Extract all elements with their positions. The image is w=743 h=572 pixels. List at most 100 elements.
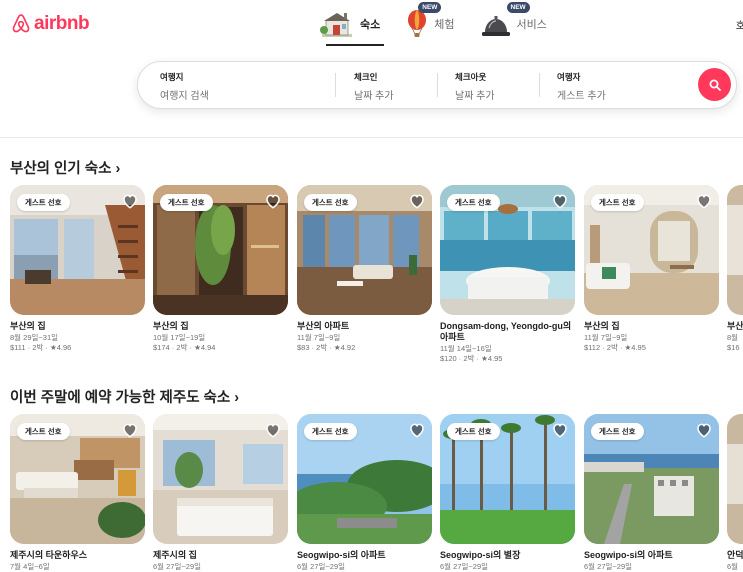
listing-card[interactable]: 게스트 선호 Seogwipo-si의 별장 6월 27일~29일 xyxy=(440,414,575,572)
listing-card[interactable]: 게스트 선호 Dongsam-dong, Yeongdo-gu의 아파트 11월… xyxy=(440,185,575,364)
listing-title: 부산 xyxy=(727,321,743,331)
listing-photo[interactable] xyxy=(727,414,743,544)
listing-title: 부산의 아파트 xyxy=(297,321,350,331)
listing-card[interactable]: 게스트 선호 Seogwipo-si의 아파트 6월 27일~29일 xyxy=(584,414,719,572)
listing-title: 제주시의 집 xyxy=(153,550,197,560)
search-bar[interactable]: 여행지 여행지 검색 체크인 날짜 추가 체크아웃 날짜 추가 여행자 게스트 … xyxy=(137,61,737,109)
tab-experiences[interactable]: NEW 체험 xyxy=(406,2,455,42)
listing-rating: ★4.94 xyxy=(194,343,216,352)
listing-price-rating: $83 · 2박 · ★4.92 xyxy=(297,343,356,352)
brand-name: airbnb xyxy=(34,13,90,34)
listing-title: Dongsam-dong, Yeongdo-gu의 아파트 xyxy=(440,321,572,342)
guest-favorite-badge: 게스트 선호 xyxy=(447,423,500,440)
listing-photo[interactable]: 게스트 선호 xyxy=(10,414,145,544)
heart-icon[interactable] xyxy=(121,421,139,439)
listing-photo[interactable]: 게스트 선호 xyxy=(440,414,575,544)
search-button[interactable] xyxy=(698,68,731,101)
checkin-label: 체크인 xyxy=(354,72,378,82)
search-guests[interactable]: 여행자 게스트 추가 xyxy=(557,71,606,102)
listing-card[interactable]: 게스트 선호 부산의 아파트 11월 7일~9일 $83 · 2박 · ★4.9… xyxy=(297,185,432,353)
listing-card[interactable]: 제주시의 집 6월 27일~29일 xyxy=(153,414,288,572)
listing-dates: 6월 27일~29일 xyxy=(440,562,489,571)
house-icon xyxy=(320,13,352,37)
new-badge: NEW xyxy=(506,2,530,13)
listing-card[interactable]: 게스트 선호 부산의 집 10월 17일~19일 $174 · 2박 · ★4.… xyxy=(153,185,288,353)
where-label: 여행지 xyxy=(160,72,184,82)
service-bell-icon xyxy=(481,16,510,36)
section-title-jeju[interactable]: 이번 주말에 예약 가능한 제주도 숙소 › xyxy=(10,386,239,407)
heart-icon[interactable] xyxy=(264,421,282,439)
listing-card[interactable]: 부산 8월 $16 xyxy=(727,185,743,353)
top-header: airbnb 숙소 NEW 체험 NEW 서비스 호 여행지 여행지 검색 체크… xyxy=(0,0,743,138)
airbnb-logo[interactable]: airbnb xyxy=(10,12,90,36)
listing-card[interactable]: 게스트 선호 부산의 집 8월 29일~31일 $111 · 2박 · ★4.9… xyxy=(10,185,145,353)
listing-rating: ★4.96 xyxy=(49,343,72,352)
listing-title: 안덕 xyxy=(727,550,743,560)
heart-icon[interactable] xyxy=(121,192,139,210)
listing-card[interactable]: 게스트 선호 Seogwipo-si의 아파트 6월 27일~29일 xyxy=(297,414,432,572)
tab-services-label: 서비스 xyxy=(516,19,547,31)
listing-price: $112 · 2박 xyxy=(584,343,618,352)
listing-rating: ★4.95 xyxy=(481,354,503,363)
listing-price-rating: $112 · 2박 · ★4.95 xyxy=(584,343,646,352)
listing-photo[interactable]: 게스트 선호 xyxy=(153,185,288,315)
where-input[interactable]: 여행지 검색 xyxy=(160,87,209,102)
listing-price: $111 · 2박 xyxy=(10,343,44,352)
heart-icon[interactable] xyxy=(264,192,282,210)
divider xyxy=(335,73,336,97)
listing-dates: 7월 4일~6일 xyxy=(10,562,50,571)
listing-dates: 11월 14일~16일 xyxy=(440,344,492,353)
listing-title: 부산의 집 xyxy=(153,321,189,331)
heart-icon[interactable] xyxy=(408,421,426,439)
guest-favorite-badge: 게스트 선호 xyxy=(160,194,213,211)
category-tabs: 숙소 NEW 체험 NEW 서비스 xyxy=(320,2,573,46)
listing-title: 부산의 집 xyxy=(584,321,620,331)
heart-icon[interactable] xyxy=(551,192,569,210)
section-title-busan[interactable]: 부산의 인기 숙소 › xyxy=(10,157,120,178)
heart-icon[interactable] xyxy=(695,192,713,210)
listing-photo[interactable] xyxy=(727,185,743,315)
search-checkin[interactable]: 체크인 날짜 추가 xyxy=(354,71,394,102)
heart-icon[interactable] xyxy=(695,421,713,439)
listing-price-rating: $120 · 2박 · ★4.95 xyxy=(440,354,503,363)
listing-card[interactable]: 게스트 선호 제주시의 타운하우스 7월 4일~6일 xyxy=(10,414,145,572)
search-where[interactable]: 여행지 여행지 검색 xyxy=(160,71,209,102)
search-checkout[interactable]: 체크아웃 날짜 추가 xyxy=(455,71,495,102)
checkin-input[interactable]: 날짜 추가 xyxy=(354,87,394,102)
listing-dates: 8월 xyxy=(727,333,739,342)
listing-photo[interactable]: 게스트 선호 xyxy=(297,185,432,315)
listing-dates: 6월 27일~29일 xyxy=(584,562,633,571)
host-link[interactable]: 호 xyxy=(736,17,743,32)
listing-dates: 6월 27일~29일 xyxy=(153,562,202,571)
listing-dates: 6월 27일~29일 xyxy=(297,562,346,571)
listing-photo[interactable]: 게스트 선호 xyxy=(10,185,145,315)
listing-price: $83 · 2박 xyxy=(297,343,328,352)
heart-icon[interactable] xyxy=(551,421,569,439)
checkout-label: 체크아웃 xyxy=(455,72,487,82)
guest-favorite-badge: 게스트 선호 xyxy=(304,194,357,211)
listing-photo[interactable]: 게스트 선호 xyxy=(440,185,575,315)
heart-icon[interactable] xyxy=(408,192,426,210)
listing-dates: 11월 7일~9일 xyxy=(297,333,341,342)
tab-services[interactable]: NEW 서비스 xyxy=(481,2,547,42)
new-badge: NEW xyxy=(418,2,442,13)
checkout-input[interactable]: 날짜 추가 xyxy=(455,87,495,102)
tab-homes[interactable]: 숙소 xyxy=(320,6,385,46)
listing-card[interactable]: 안덕 6월 xyxy=(727,414,743,572)
listing-photo[interactable]: 게스트 선호 xyxy=(584,414,719,544)
listing-title: 부산의 집 xyxy=(10,321,46,331)
guest-favorite-badge: 게스트 선호 xyxy=(304,423,357,440)
listing-title: Seogwipo-si의 별장 xyxy=(440,550,521,560)
listing-price: $120 · 2박 xyxy=(440,354,475,363)
listing-photo[interactable]: 게스트 선호 xyxy=(297,414,432,544)
listing-photo[interactable] xyxy=(153,414,288,544)
search-icon xyxy=(709,79,721,91)
listing-price: $174 · 2박 xyxy=(153,343,188,352)
listing-photo[interactable]: 게스트 선호 xyxy=(584,185,719,315)
guests-input[interactable]: 게스트 추가 xyxy=(557,87,606,102)
listing-card[interactable]: 게스트 선호 부산의 집 11월 7일~9일 $112 · 2박 · ★4.95 xyxy=(584,185,719,353)
guest-favorite-badge: 게스트 선호 xyxy=(591,194,644,211)
airbnb-logo-icon xyxy=(12,14,30,33)
listing-price: $16 xyxy=(727,343,740,352)
listing-dates: 6월 xyxy=(727,562,739,571)
